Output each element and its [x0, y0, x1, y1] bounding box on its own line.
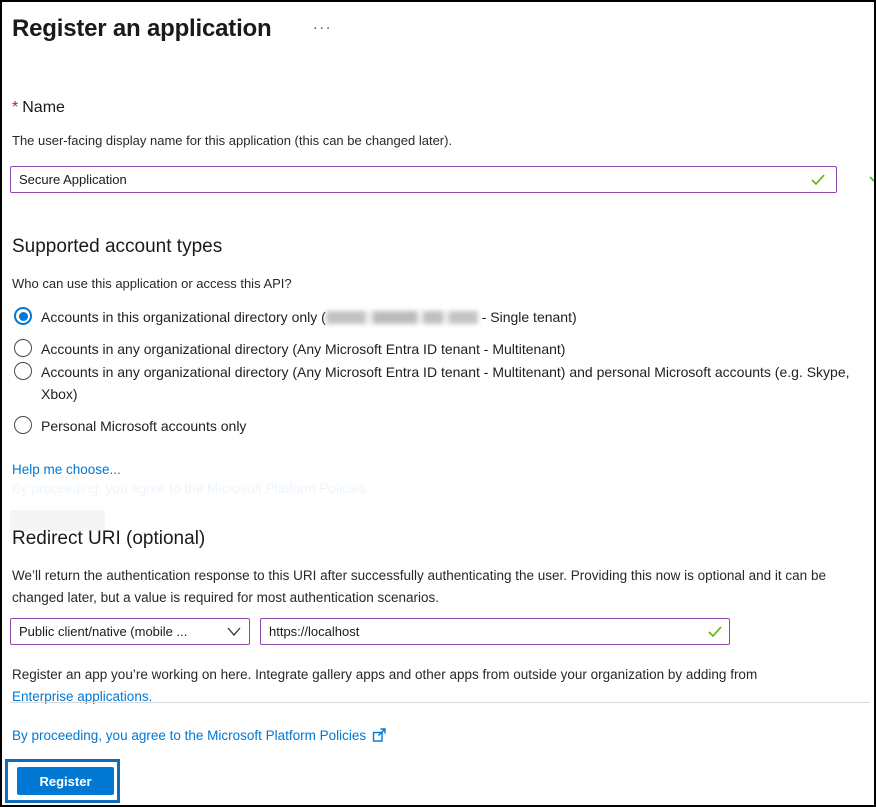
- enterprise-apps-text: Register an app you’re working on here. …: [12, 667, 758, 682]
- external-link-icon: [372, 728, 386, 742]
- account-type-option-multitenant-personal[interactable]: Accounts in any organizational directory…: [14, 361, 863, 405]
- redirect-uri-input[interactable]: [260, 618, 730, 645]
- more-options-icon[interactable]: ...: [313, 16, 332, 34]
- redirect-uri-heading: Redirect URI (optional): [12, 528, 206, 549]
- radio-button[interactable]: [14, 339, 32, 357]
- policies-line: By proceeding, you agree to the Microsof…: [12, 728, 387, 743]
- account-type-option-single-tenant[interactable]: Accounts in this organizational director…: [14, 306, 577, 328]
- radio-button[interactable]: [14, 362, 32, 380]
- radio-button[interactable]: [14, 416, 32, 434]
- checkmark-icon: [811, 174, 825, 185]
- platform-select-dropdown[interactable]: Public client/native (mobile ...: [10, 618, 250, 645]
- platform-selected-value: Public client/native (mobile ...: [19, 624, 188, 639]
- page-title: Register an application: [12, 15, 272, 42]
- name-input[interactable]: [10, 166, 837, 193]
- name-label: * Name: [12, 99, 65, 117]
- ghost-policies-text: By proceeding, you agree to the Microsof…: [12, 481, 367, 496]
- radio-label: Accounts in any organizational directory…: [41, 364, 850, 402]
- register-button[interactable]: Register: [17, 767, 114, 795]
- register-application-blade: Register an application ... * Name The us…: [0, 0, 876, 807]
- account-type-option-multitenant[interactable]: Accounts in any organizational directory…: [14, 338, 565, 360]
- annotation-highlight-box: Register: [5, 759, 120, 803]
- checkmark-icon: [708, 626, 722, 637]
- name-input-wrap: [10, 166, 837, 193]
- radio-button-selected[interactable]: [14, 307, 32, 325]
- help-me-choose-link[interactable]: Help me choose...: [12, 462, 121, 477]
- radio-label: Accounts in any organizational directory…: [41, 341, 566, 357]
- chevron-down-icon: [227, 627, 241, 636]
- account-types-question: Who can use this application or access t…: [12, 276, 292, 291]
- divider: [10, 702, 870, 703]
- supported-account-types-heading: Supported account types: [12, 236, 223, 257]
- account-type-option-personal-only[interactable]: Personal Microsoft accounts only: [14, 415, 246, 437]
- checkmark-icon-partial: [869, 176, 874, 182]
- required-asterisk: *: [12, 99, 19, 116]
- name-description: The user-facing display name for this ap…: [12, 133, 453, 148]
- platform-policies-link[interactable]: By proceeding, you agree to the Microsof…: [12, 728, 366, 743]
- redirect-uri-input-wrap: [260, 618, 730, 645]
- redirect-uri-description: We’ll return the authentication response…: [12, 568, 826, 605]
- redacted-tenant-name: [325, 311, 478, 324]
- radio-label: Personal Microsoft accounts only: [41, 418, 247, 434]
- radio-label: Accounts in this organizational director…: [41, 309, 577, 325]
- name-label-text: Name: [22, 99, 65, 116]
